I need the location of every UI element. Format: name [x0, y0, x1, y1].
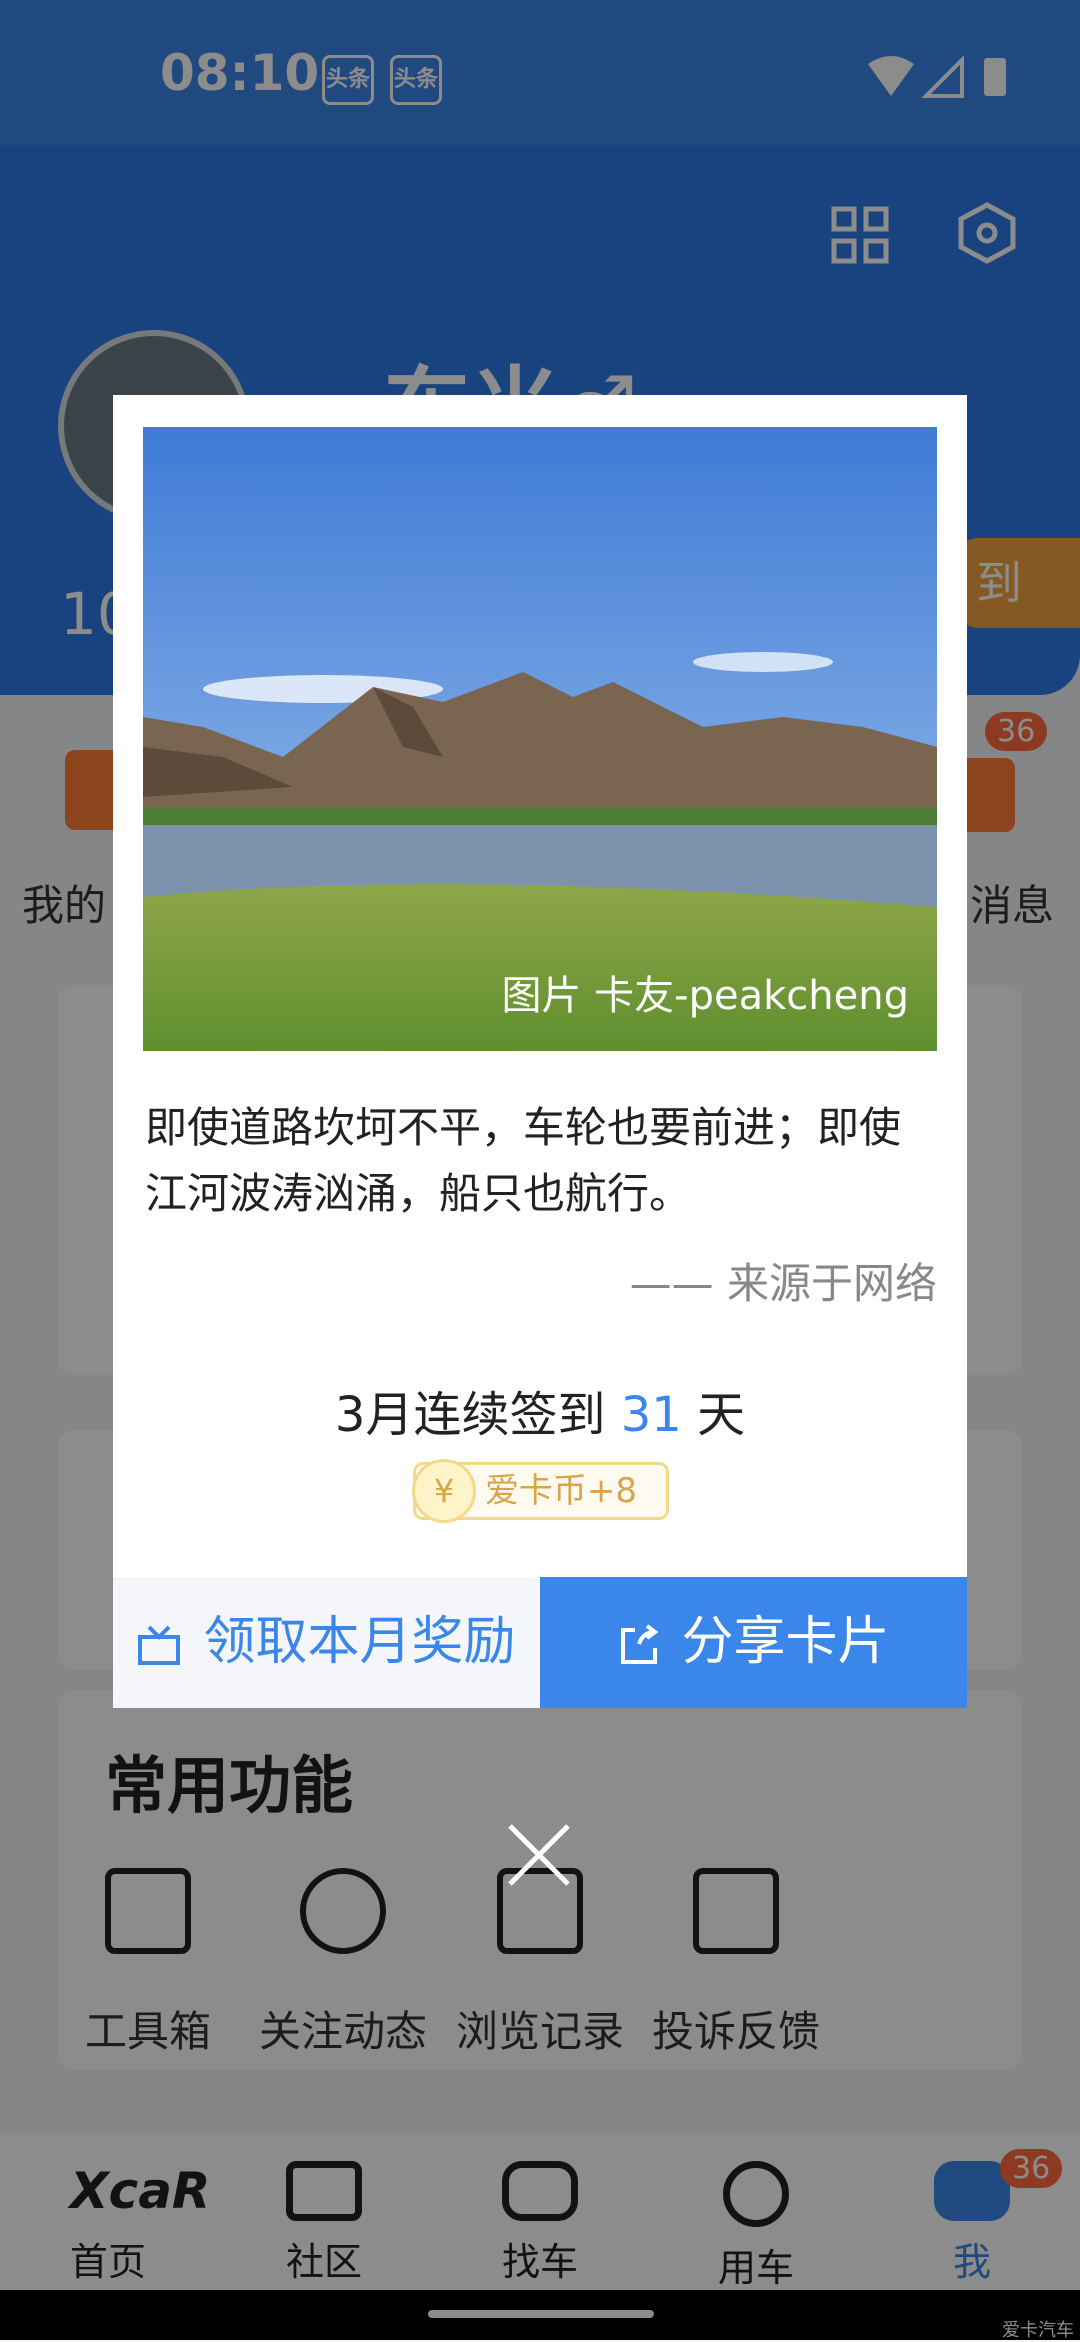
share-icon: [621, 1624, 659, 1664]
streak-suffix: 天: [681, 1387, 746, 1443]
share-card-button[interactable]: 分享卡片: [540, 1577, 967, 1708]
sign-in-card-modal: 图片 卡友-peakcheng 即使道路坎坷不平，车轮也要前进；即使江河波涛汹涌…: [113, 395, 967, 1708]
coin-icon: ¥: [412, 1459, 476, 1523]
gift-icon: [138, 1625, 181, 1665]
claim-monthly-reward-button[interactable]: 领取本月奖励: [113, 1577, 540, 1708]
quote-source: —— 来源于网络: [629, 1259, 937, 1308]
coin-reward-badge: ¥ 爱卡币+8: [412, 1459, 669, 1523]
daily-quote: 即使道路坎坷不平，车轮也要前进；即使江河波涛汹涌，船只也航行。: [145, 1103, 902, 1218]
photo-credit: 图片 卡友-peakcheng: [501, 973, 909, 1019]
streak-days: 31: [620, 1387, 682, 1443]
streak-prefix: 3月连续签到: [334, 1387, 621, 1443]
close-icon[interactable]: [504, 1820, 574, 1890]
streak-text: 3月连续签到 31 天: [113, 1375, 967, 1445]
claim-reward-label: 领取本月奖励: [203, 1612, 516, 1672]
share-card-label: 分享卡片: [681, 1612, 890, 1672]
landscape-photo: 图片 卡友-peakcheng: [143, 427, 937, 1051]
coin-reward-text: 爱卡币+8: [484, 1471, 638, 1511]
